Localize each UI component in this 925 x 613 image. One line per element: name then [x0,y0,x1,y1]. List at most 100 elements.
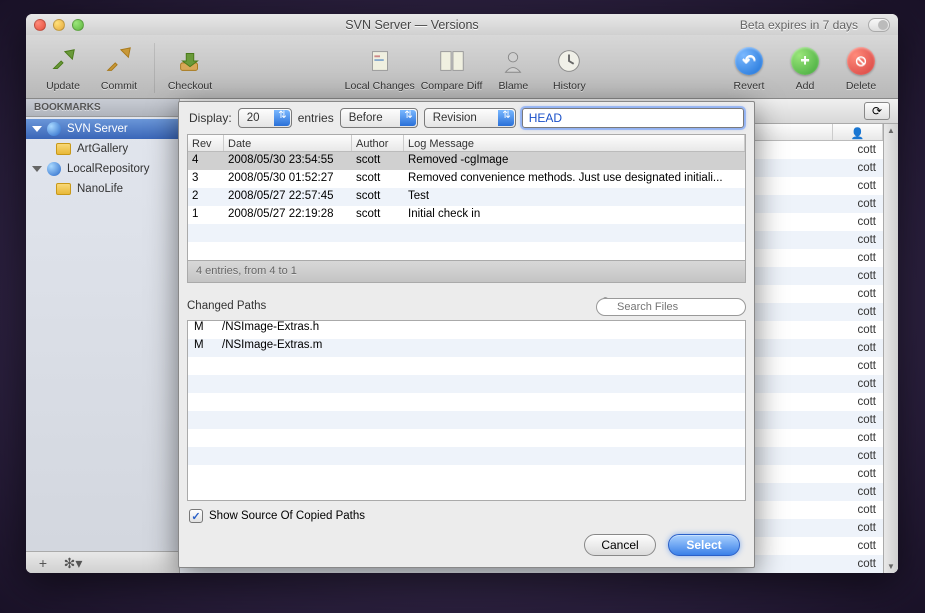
history-button[interactable]: History [544,44,594,92]
add-icon: + [788,44,822,78]
path-row-empty [188,375,745,393]
col-rev[interactable]: Rev [188,135,224,151]
toolbar: Update Commit Checkout Local Changes [26,35,898,99]
update-button[interactable]: Update [38,44,88,92]
history-icon [552,44,586,78]
compare-diff-button[interactable]: Compare Diff [421,44,483,92]
disclosure-triangle-icon[interactable] [32,126,42,132]
entries-count-select[interactable]: 20 [238,108,292,128]
sidebar-item-nanolife[interactable]: NanoLife [26,179,179,199]
refresh-icon: ⟳ [872,104,882,118]
revert-button[interactable]: ↶ Revert [724,44,774,92]
toolbar-label: Local Changes [345,80,415,92]
toolbar-label: Checkout [168,80,212,92]
col-date[interactable]: Date [224,135,352,151]
col-author[interactable]: Author [352,135,404,151]
show-source-checkbox[interactable]: ✓ [189,509,203,523]
folder-icon [56,143,71,155]
revert-icon: ↶ [732,44,766,78]
toolbar-toggle-button[interactable] [868,18,890,32]
position-select[interactable]: Before [340,108,418,128]
toolbar-label: Compare Diff [421,80,483,92]
revision-input[interactable] [522,108,744,128]
add-button[interactable]: + Add [780,44,830,92]
close-window-button[interactable] [34,19,46,31]
window-title: SVN Server — Versions [84,18,740,32]
path-row[interactable]: M/NSImage-Extras.h [188,321,745,339]
path-row[interactable]: M/NSImage-Extras.m [188,339,745,357]
toolbar-label: Add [796,80,815,92]
log-table-header: Rev Date Author Log Message [188,135,745,152]
vertical-scrollbar[interactable] [883,124,898,573]
kind-select[interactable]: Revision [424,108,516,128]
delete-button[interactable]: ⦸ Delete [836,44,886,92]
sidebar-item-svn-server[interactable]: SVN Server [26,119,179,139]
changed-paths-list: M/NSImage-Extras.hM/NSImage-Extras.m [187,320,746,502]
globe-icon [47,162,61,176]
log-row[interactable]: 22008/05/27 22:57:45scottTest [188,188,745,206]
entries-label: entries [298,111,334,125]
local-changes-icon [363,44,397,78]
tree-label: SVN Server [67,123,128,135]
path-row-empty [188,429,745,447]
log-row-empty [188,242,745,260]
toolbar-label: History [553,80,586,92]
path-row-empty [188,447,745,465]
select-button[interactable]: Select [668,534,740,556]
globe-icon [47,122,61,136]
display-label: Display: [189,111,232,125]
search-files-input[interactable] [596,298,746,316]
checkout-button[interactable]: Checkout [165,44,215,92]
tree-label: LocalRepository [67,163,149,175]
log-table: Rev Date Author Log Message 42008/05/30 … [187,134,746,261]
refresh-button[interactable]: ⟳ [864,102,890,120]
traffic-lights [34,19,84,31]
sidebar-item-localrepository[interactable]: LocalRepository [26,159,179,179]
cancel-button[interactable]: Cancel [584,534,656,556]
changed-paths-section: Changed Paths M/NSImage-Extras.hM/NSImag… [187,297,746,523]
local-changes-button[interactable]: Local Changes [345,44,415,92]
log-row[interactable]: 32008/05/30 01:52:27scottRemoved conveni… [188,170,745,188]
log-row[interactable]: 42008/05/30 23:54:55scottRemoved -cgImag… [188,152,745,170]
commit-icon [102,44,136,78]
blame-button[interactable]: Blame [488,44,538,92]
col-log-message[interactable]: Log Message [404,135,745,151]
sidebar: BOOKMARKS SVN Server ArtGallery LocalRep… [26,99,180,573]
path-row-empty [188,465,745,483]
revision-picker-sheet: Display: 20 entries Before Revision Rev … [178,101,755,568]
folder-icon [56,183,71,195]
add-bookmark-button[interactable]: + [32,555,54,571]
toolbar-label: Delete [846,80,876,92]
toolbar-label: Revert [734,80,765,92]
toolbar-label: Update [46,80,80,92]
log-table-body: 42008/05/30 23:54:55scottRemoved -cgImag… [188,152,745,260]
show-source-label: Show Source Of Copied Paths [209,510,365,522]
list-header-user[interactable]: 👤 [833,124,883,140]
dialog-footer: Cancel Select [179,523,754,567]
action-menu-button[interactable]: ✻▾ [62,555,84,571]
sidebar-header: BOOKMARKS [26,99,179,117]
sidebar-item-artgallery[interactable]: ArtGallery [26,139,179,159]
checkout-icon [173,44,207,78]
log-row-empty [188,224,745,242]
compare-diff-icon [435,44,469,78]
zoom-window-button[interactable] [72,19,84,31]
tree-label: NanoLife [77,183,123,195]
toolbar-label: Commit [101,80,137,92]
minimize-window-button[interactable] [53,19,65,31]
delete-icon: ⦸ [844,44,878,78]
path-row-empty [188,411,745,429]
commit-button[interactable]: Commit [94,44,144,92]
content-area: BOOKMARKS SVN Server ArtGallery LocalRep… [26,99,898,573]
toolbar-label: Blame [498,80,528,92]
bookmark-tree: SVN Server ArtGallery LocalRepository Na… [26,117,179,551]
filter-bar: Display: 20 entries Before Revision [179,102,754,134]
path-row-empty [188,393,745,411]
toolbar-separator [154,43,155,93]
main-window: SVN Server — Versions Beta expires in 7 … [26,14,898,573]
path-row-empty [188,357,745,375]
disclosure-triangle-icon[interactable] [32,166,42,172]
titlebar: SVN Server — Versions Beta expires in 7 … [26,14,898,35]
log-row[interactable]: 12008/05/27 22:19:28scottInitial check i… [188,206,745,224]
blame-icon [496,44,530,78]
